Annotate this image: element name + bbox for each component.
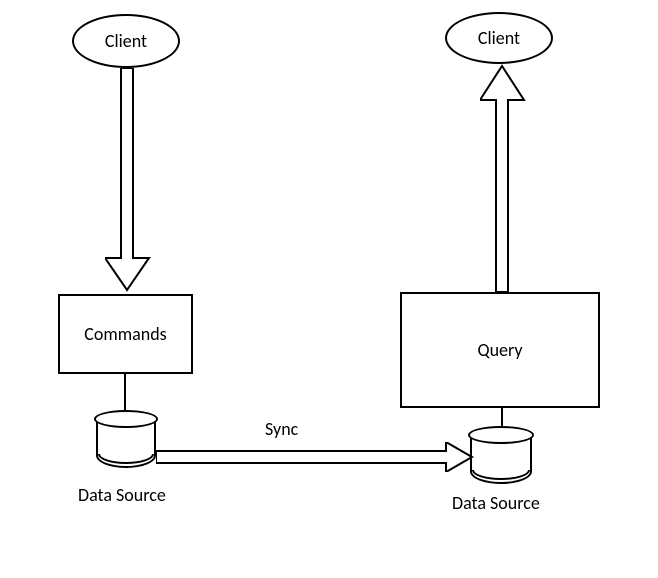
client-left-label: Client: [105, 30, 147, 52]
query-box: Query: [400, 292, 600, 408]
client-right-label: Client: [478, 27, 520, 49]
arrow-sync: [156, 442, 474, 472]
client-left-ellipse: Client: [72, 14, 180, 68]
datasource-right-label: Data Source: [452, 492, 540, 514]
query-label: Query: [477, 339, 522, 361]
arrow-query-to-client: [480, 64, 530, 292]
commands-box: Commands: [58, 294, 193, 374]
datasource-right-cylinder: [470, 434, 532, 484]
cqrs-diagram: Client Client Commands Query: [0, 0, 658, 578]
sync-label: Sync: [265, 418, 298, 440]
commands-label: Commands: [84, 323, 166, 345]
arrow-client-to-commands: [105, 68, 155, 293]
client-right-ellipse: Client: [445, 12, 553, 64]
datasource-left-label: Data Source: [78, 484, 166, 506]
datasource-left-cylinder: [96, 418, 156, 468]
